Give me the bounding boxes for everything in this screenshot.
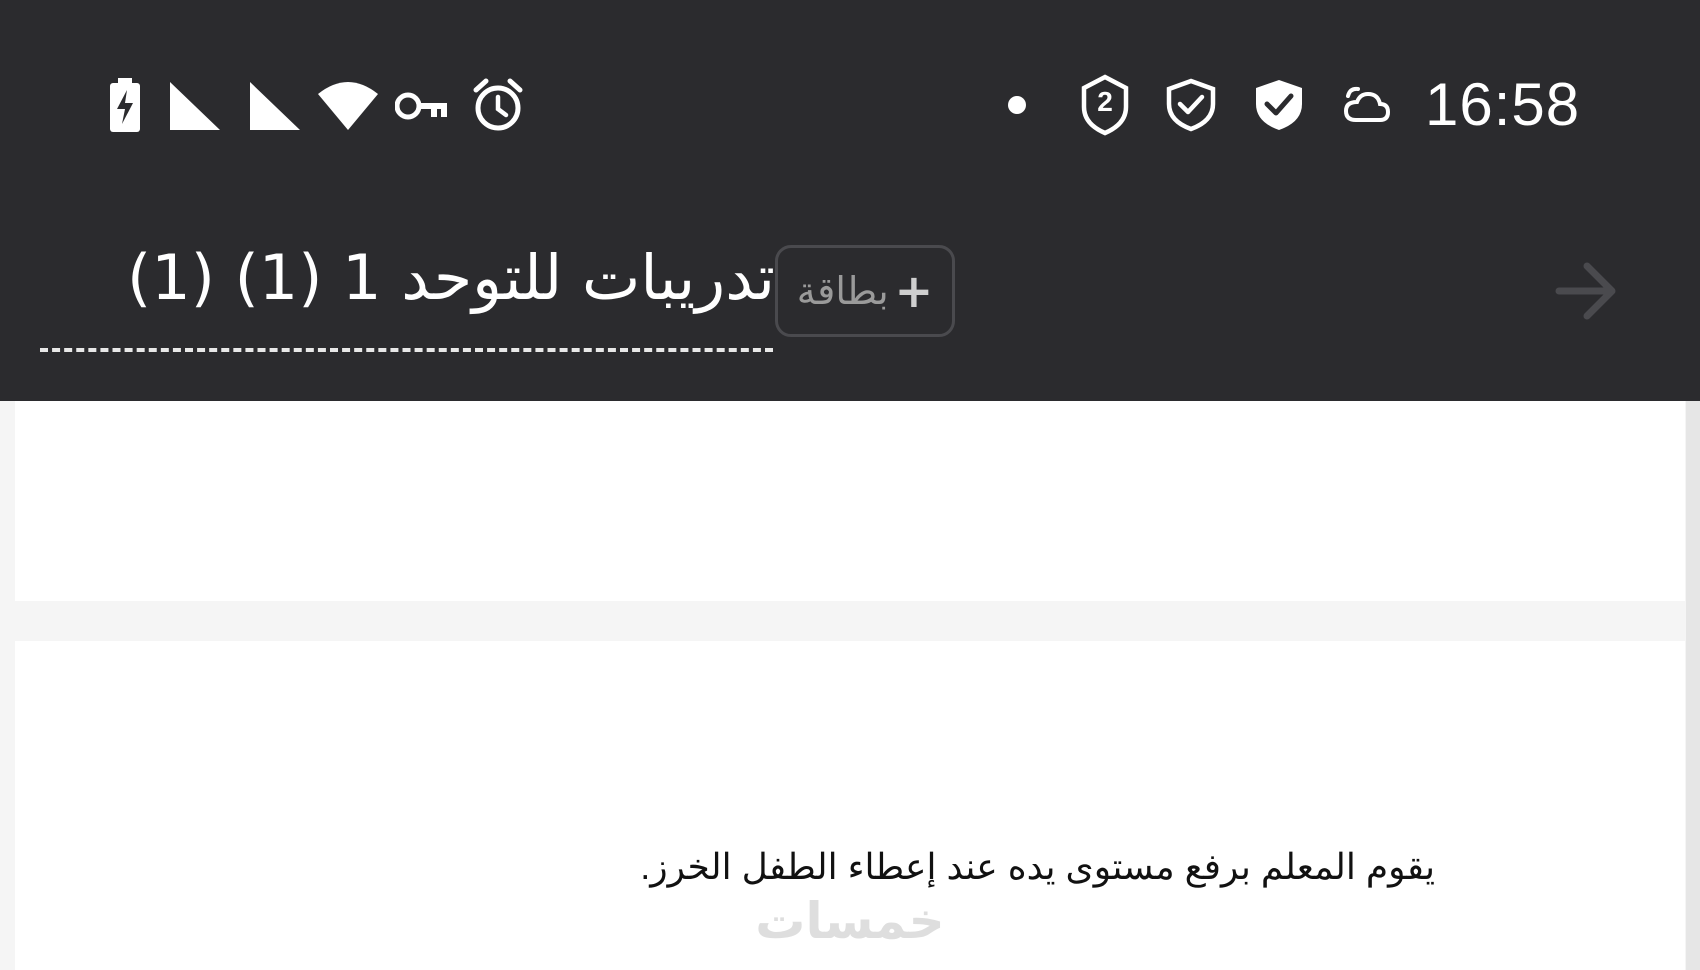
wifi-icon — [318, 82, 378, 130]
battery-charging-icon — [110, 78, 140, 132]
cloud-icon — [1343, 86, 1390, 122]
screen: 2 16:58 تدريبات للتوحد 1 (1) (1) + بطاقة… — [0, 0, 1700, 970]
plus-icon: + — [894, 264, 934, 318]
deck-title[interactable]: تدريبات للتوحد 1 (1) (1) — [40, 238, 775, 318]
watermark-logo: خمسات — [755, 892, 945, 950]
shield-badge-icon: 2 — [1080, 74, 1130, 136]
add-card-button[interactable]: + بطاقة — [775, 245, 955, 337]
status-clock: 16:58 — [1425, 71, 1581, 138]
alarm-icon — [473, 78, 523, 131]
back-arrow-icon[interactable] — [1555, 260, 1617, 322]
scrollbar[interactable] — [1686, 401, 1700, 970]
add-card-label: بطاقة — [796, 269, 889, 313]
vpn-key-icon — [395, 92, 447, 120]
signal-icon — [170, 82, 220, 130]
shield-check-filled-icon — [1256, 80, 1302, 130]
shield-check-outline-icon — [1166, 78, 1216, 132]
status-bar: 2 16:58 — [0, 0, 1700, 200]
card-panel-top — [15, 401, 1685, 601]
title-underline — [40, 348, 773, 352]
app-header: 2 16:58 تدريبات للتوحد 1 (1) (1) + بطاقة — [0, 0, 1700, 401]
notification-dot-icon — [1008, 96, 1026, 114]
signal-icon — [250, 82, 300, 130]
card-text: يقوم المعلم برفع مستوى يده عند إعطاء الط… — [640, 846, 1435, 887]
card-content-area[interactable]: يقوم المعلم برفع مستوى يده عند إعطاء الط… — [0, 401, 1700, 970]
toolbar: تدريبات للتوحد 1 (1) (1) + بطاقة — [0, 230, 1700, 370]
shield-badge-number: 2 — [1097, 86, 1113, 117]
